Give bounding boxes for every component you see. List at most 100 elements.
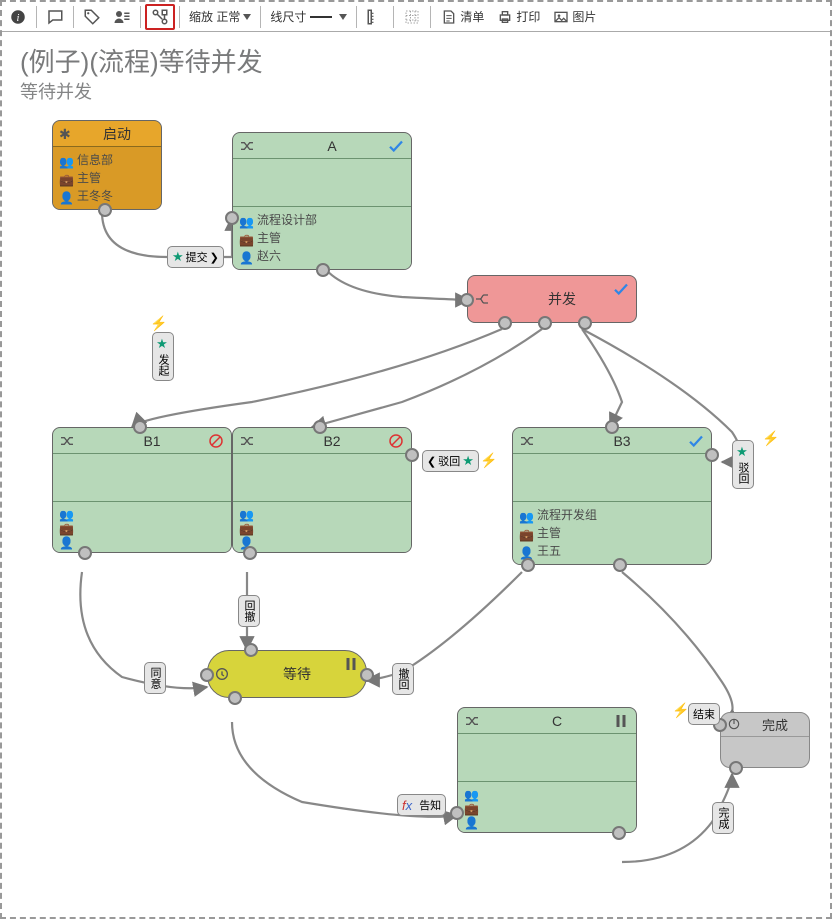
user-icon: 👤 <box>239 249 253 263</box>
ruler-button[interactable] <box>361 4 389 30</box>
comment-icon <box>46 8 64 26</box>
image-icon <box>552 8 570 26</box>
group-icon: 👥 <box>59 153 73 167</box>
zoom-label: 缩放 <box>189 8 213 25</box>
node-title: B3 <box>539 433 705 449</box>
grid-button[interactable] <box>398 4 426 30</box>
svg-text:i: i <box>17 12 20 23</box>
flow-icon <box>151 8 169 26</box>
fork-icon <box>474 291 490 307</box>
line-sample-icon <box>310 16 332 18</box>
user-icon: 👤 <box>464 814 478 828</box>
node-title: 启动 <box>79 124 155 144</box>
bolt-icon: ⚡ <box>480 452 497 469</box>
node-b1[interactable]: B1 👥 💼 👤 <box>52 427 232 553</box>
list-label: 清单 <box>460 8 484 25</box>
edge-label-initiate[interactable]: ★发起 <box>152 332 174 381</box>
bolt-icon: ⚡ <box>762 430 779 447</box>
chevron-left-icon: ❮ <box>427 455 436 468</box>
group-icon: 👥 <box>239 213 253 227</box>
document-icon <box>440 8 458 26</box>
user-icon: 👤 <box>59 534 73 548</box>
node-fork[interactable]: 并发 <box>467 275 637 323</box>
shuffle-icon <box>239 433 255 449</box>
check-icon <box>387 137 405 155</box>
edge-label-reject-b3[interactable]: ★驳回 <box>732 440 754 489</box>
asterisk-icon: ✱ <box>59 126 75 142</box>
edge-label-end[interactable]: 结束 <box>688 703 720 725</box>
comments-button[interactable] <box>41 4 69 30</box>
chevron-down-icon <box>339 14 347 20</box>
node-a[interactable]: A 👥流程设计部 💼主管 👤赵六 <box>232 132 412 270</box>
print-button[interactable]: 打印 <box>491 4 545 30</box>
edge-label-finish[interactable]: 完成 <box>712 802 734 834</box>
line-size-select[interactable]: 线尺寸 <box>265 4 352 30</box>
tag-icon <box>83 8 101 26</box>
list-button[interactable]: 清单 <box>435 4 489 30</box>
ruler-icon <box>366 8 384 26</box>
node-b2[interactable]: B2 👥 💼 👤 <box>232 427 412 553</box>
power-icon <box>727 717 743 733</box>
edge-label-recall-b2[interactable]: 回撤 <box>238 595 260 627</box>
print-label: 打印 <box>516 8 540 25</box>
node-title: 并发 <box>494 289 630 309</box>
node-title: C <box>484 713 630 729</box>
assign-button[interactable] <box>108 4 136 30</box>
bolt-icon: ⚡ <box>150 315 167 332</box>
star-icon: ★ <box>462 453 474 469</box>
star-icon: ★ <box>172 249 184 265</box>
user-icon: 👤 <box>519 544 533 558</box>
check-icon <box>687 432 705 450</box>
zoom-select[interactable]: 缩放 正常 <box>184 4 256 30</box>
edge-label-agree[interactable]: 同意 <box>144 662 166 694</box>
workflow-editor: i 缩放 正常 线尺寸 清单 打印 图片 (例子)(流程)等待并发 等待并发 <box>0 0 832 919</box>
node-c[interactable]: C 👥 💼 👤 <box>457 707 637 833</box>
bolt-icon: ⚡ <box>672 702 689 719</box>
page-subtitle: 等待并发 <box>20 78 92 104</box>
fx-icon: fx <box>402 798 412 813</box>
chevron-right-icon: ❯ <box>210 251 219 264</box>
tag-button[interactable] <box>78 4 106 30</box>
page-title: (例子)(流程)等待并发 <box>20 42 263 79</box>
role-icon: 💼 <box>59 520 73 534</box>
pause-icon <box>342 655 360 673</box>
group-icon: 👥 <box>59 506 73 520</box>
node-wait[interactable]: 等待 <box>207 650 367 698</box>
clock-icon <box>214 666 230 682</box>
role-icon: 💼 <box>239 231 253 245</box>
shuffle-icon <box>519 433 535 449</box>
flow-canvas[interactable]: (例子)(流程)等待并发 等待并发 <box>2 32 830 917</box>
shuffle-icon <box>59 433 75 449</box>
chevron-down-icon <box>243 14 251 20</box>
image-button[interactable]: 图片 <box>547 4 601 30</box>
forbidden-icon <box>387 432 405 450</box>
node-start[interactable]: ✱启动 👥信息部 💼主管 👤王冬冬 <box>52 120 162 210</box>
role-icon: 💼 <box>239 520 253 534</box>
group-icon: 👥 <box>464 786 478 800</box>
star-icon: ★ <box>736 445 751 460</box>
star-icon: ★ <box>156 337 171 352</box>
shuffle-icon <box>239 138 255 154</box>
flow-view-button[interactable] <box>145 4 175 30</box>
group-icon: 👥 <box>239 506 253 520</box>
check-icon <box>612 280 630 298</box>
image-label: 图片 <box>572 8 596 25</box>
info-button[interactable]: i <box>4 4 32 30</box>
role-icon: 💼 <box>464 800 478 814</box>
role-icon: 💼 <box>519 526 533 540</box>
zoom-value: 正常 <box>216 8 240 25</box>
node-done[interactable]: 完成 <box>720 712 810 768</box>
role-icon: 💼 <box>59 171 73 185</box>
node-b3[interactable]: B3 👥流程开发组 💼主管 👤王五 <box>512 427 712 565</box>
shuffle-icon <box>464 713 480 729</box>
forbidden-icon <box>207 432 225 450</box>
node-title: B2 <box>259 433 405 449</box>
node-title: B1 <box>79 433 225 449</box>
line-size-label: 线尺寸 <box>270 8 306 25</box>
edge-label-recall-b3[interactable]: 撤回 <box>392 663 414 695</box>
pause-icon <box>612 712 630 730</box>
user-icon: 👤 <box>59 189 73 203</box>
edge-label-reject-b2[interactable]: ❮驳回★ <box>422 450 479 472</box>
edge-label-submit[interactable]: ★提交❯ <box>167 246 224 268</box>
edge-label-notify[interactable]: fx 告知 <box>397 794 446 816</box>
